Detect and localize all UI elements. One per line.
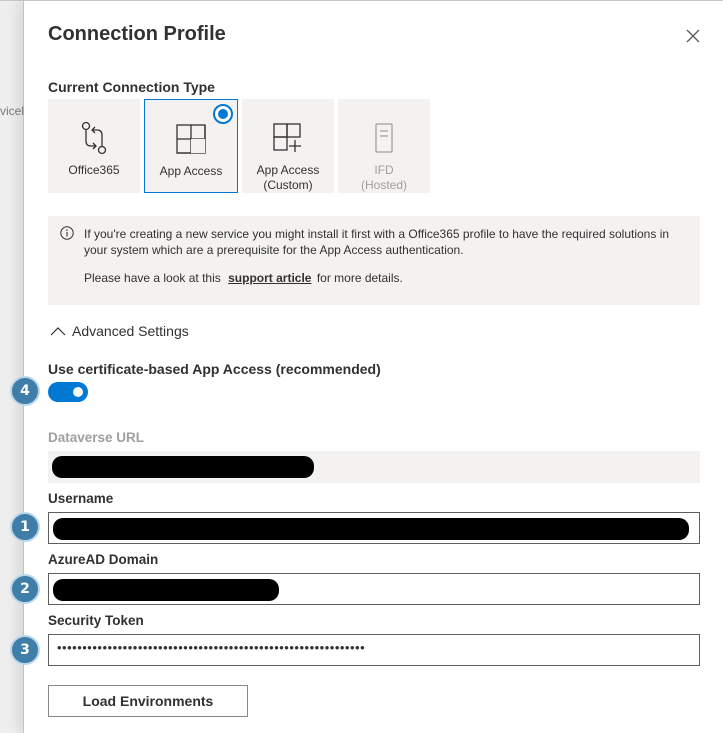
redacted-value [52, 456, 314, 478]
load-environments-button[interactable]: Load Environments [48, 685, 248, 717]
tile-label: Office365 [68, 163, 120, 177]
advanced-settings-label: Advanced Settings [72, 323, 189, 339]
info-link-line: Please have a look at this support artic… [84, 270, 403, 286]
callout-badge-4: 4 [10, 376, 40, 406]
security-token-label: Security Token [48, 613, 144, 628]
certificate-label: Use certificate-based App Access (recomm… [48, 361, 381, 377]
support-article-link[interactable]: support article [228, 271, 311, 285]
info-icon [60, 226, 74, 240]
selected-radio [213, 104, 233, 124]
info-text-prefix: Please have a look at this [84, 271, 221, 285]
tile-office365[interactable]: Office365 [48, 99, 140, 193]
tile-ifd-hosted: IFD (Hosted) [338, 99, 430, 193]
connection-type-tiles: Office365 App Access App Access (Custom)… [48, 99, 430, 193]
username-field[interactable] [48, 512, 700, 544]
tile-label: IFD (Hosted) [360, 163, 407, 192]
username-label: Username [48, 491, 114, 506]
info-text: If you're creating a new service you mig… [84, 227, 670, 257]
app-grid-icon [175, 122, 207, 156]
phone-icon [374, 121, 394, 155]
dataverse-url-field [48, 451, 700, 483]
close-icon[interactable] [684, 27, 702, 45]
connection-type-label: Current Connection Type [48, 79, 215, 95]
callout-badge-3: 3 [10, 635, 40, 665]
certificate-toggle[interactable] [48, 382, 88, 402]
tile-label: App Access [159, 164, 223, 178]
info-text-suffix: for more details. [316, 271, 403, 285]
advanced-settings-toggle[interactable]: Advanced Settings [50, 323, 189, 339]
background-text: vicel [0, 104, 24, 118]
redacted-value [53, 518, 689, 540]
chevron-up-icon [50, 327, 66, 336]
callout-badge-2: 2 [10, 574, 40, 604]
git-compare-icon [79, 121, 109, 155]
security-token-value: ••••••••••••••••••••••••••••••••••••••••… [57, 640, 366, 655]
background-page: vicel [0, 0, 723, 733]
connection-profile-panel: Connection Profile Current Connection Ty… [24, 0, 723, 733]
tile-app-access[interactable]: App Access [144, 99, 238, 193]
panel-title: Connection Profile [48, 23, 226, 45]
info-message: If you're creating a new service you mig… [48, 216, 700, 305]
callout-badge-1: 1 [10, 512, 40, 542]
azuread-domain-field[interactable] [48, 573, 700, 605]
azuread-domain-label: AzureAD Domain [48, 552, 159, 567]
dataverse-url-label: Dataverse URL [48, 430, 145, 445]
security-token-field[interactable]: ••••••••••••••••••••••••••••••••••••••••… [48, 634, 700, 666]
redacted-value [53, 579, 279, 601]
tile-app-access-custom[interactable]: App Access (Custom) [242, 99, 334, 193]
app-grid-add-icon [272, 121, 304, 155]
tile-label: App Access (Custom) [256, 163, 320, 192]
